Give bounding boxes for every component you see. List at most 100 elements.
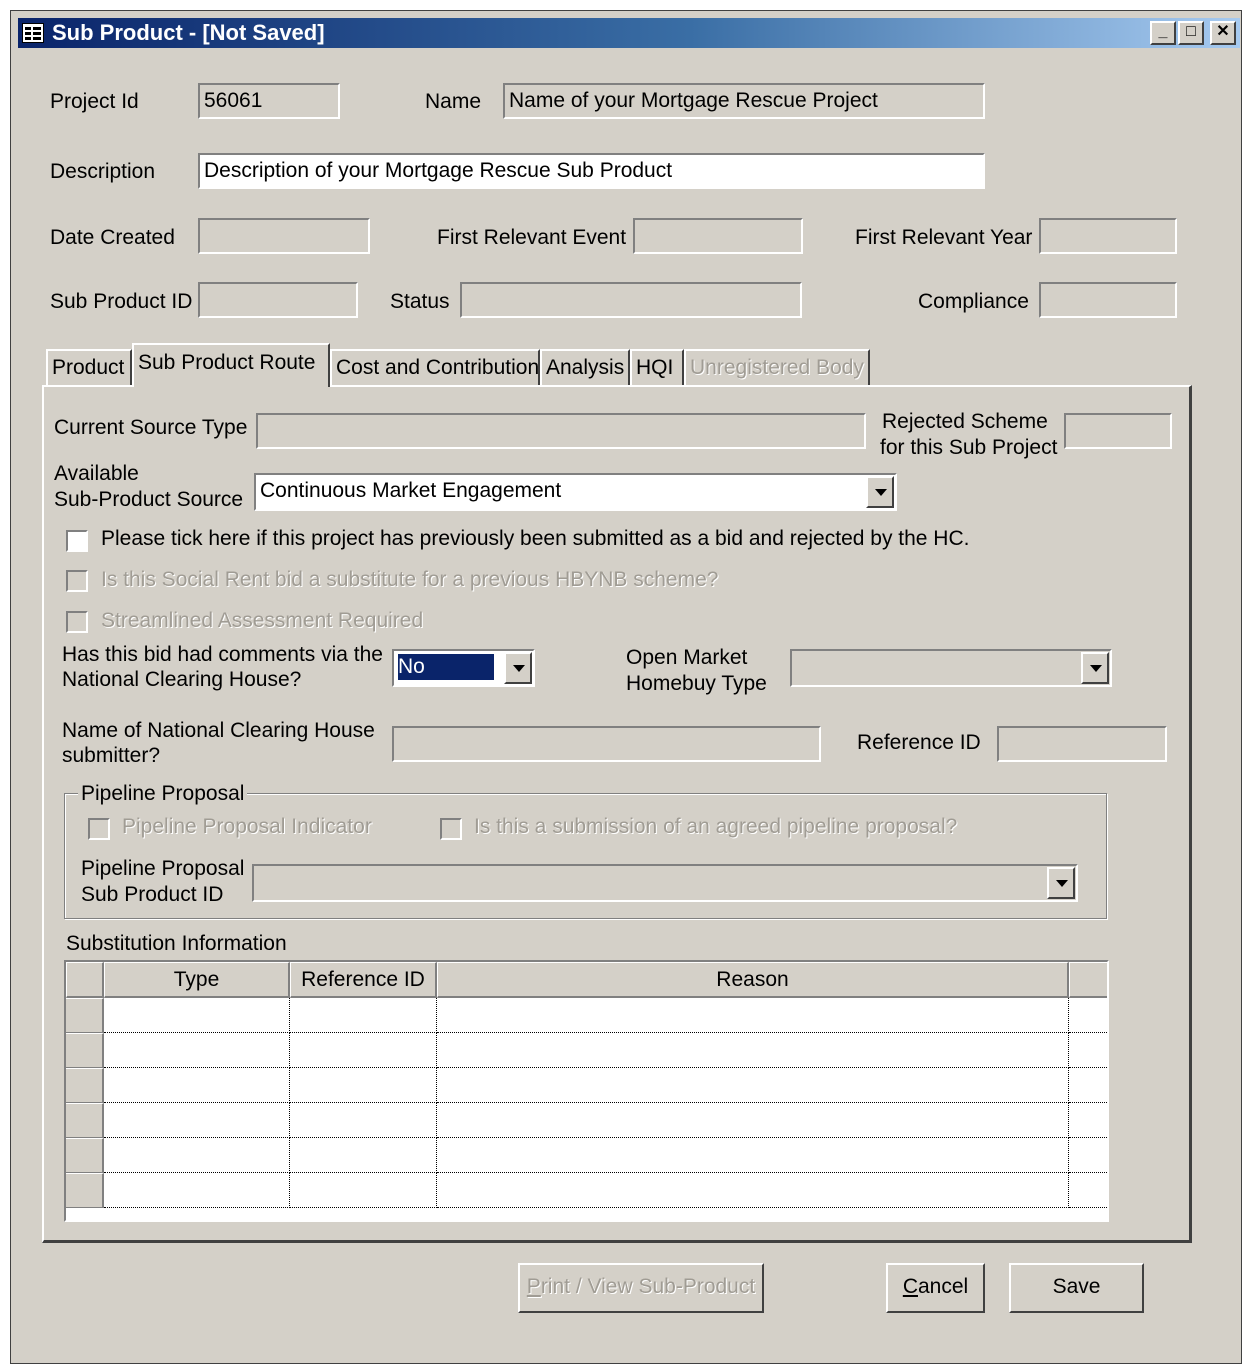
agreed-pipeline-label: Is this a submission of an agreed pipeli…: [474, 815, 958, 838]
pipeline-sub-product-id-label-line2: Sub Product ID: [81, 883, 224, 906]
table-cell[interactable]: [290, 998, 437, 1033]
table-cell[interactable]: [104, 998, 290, 1033]
tab-analysis[interactable]: Analysis: [540, 349, 630, 387]
table-cell: [1069, 1068, 1107, 1103]
nch-submitter-field[interactable]: [392, 726, 821, 762]
substitution-grid[interactable]: Type Reference ID Reason: [64, 960, 1109, 1222]
available-source-label-line2: Sub-Product Source: [54, 488, 244, 511]
table-cell[interactable]: [437, 998, 1069, 1033]
table-cell[interactable]: [104, 1103, 290, 1138]
table-cell[interactable]: [290, 1138, 437, 1173]
rejected-scheme-field[interactable]: [1064, 413, 1172, 449]
nch-comments-label: Has this bid had comments via the: [62, 643, 383, 666]
compliance-field[interactable]: [1039, 282, 1177, 318]
table-cell[interactable]: [290, 1103, 437, 1138]
table-cell: [1069, 1173, 1107, 1208]
table-cell: [1069, 1138, 1107, 1173]
table-cell[interactable]: [437, 1068, 1069, 1103]
table-cell[interactable]: [290, 1173, 437, 1208]
table-cell: [1069, 1103, 1107, 1138]
print-view-button[interactable]: Print / View Sub-Product: [518, 1263, 764, 1313]
rejected-scheme-label-line2: for this Sub Project: [880, 436, 1058, 459]
window-title: Sub Product - [Not Saved]: [52, 20, 325, 45]
current-source-type-field[interactable]: [256, 413, 866, 449]
pipeline-indicator-label: Pipeline Proposal Indicator: [122, 815, 372, 838]
table-cell[interactable]: [104, 1033, 290, 1068]
first-relevant-event-label: First Relevant Event: [437, 226, 627, 249]
column-header-spare: [1069, 962, 1107, 998]
sub-product-id-field[interactable]: [198, 282, 358, 318]
status-label: Status: [390, 290, 450, 313]
chevron-down-icon[interactable]: [866, 476, 894, 508]
available-source-label: Available: [54, 462, 139, 485]
column-header-reason[interactable]: Reason: [437, 962, 1069, 998]
pipeline-indicator-checkbox[interactable]: [88, 818, 110, 840]
available-source-select[interactable]: Continuous Market Engagement: [254, 473, 897, 511]
table-cell[interactable]: [437, 1138, 1069, 1173]
agreed-pipeline-checkbox[interactable]: [440, 818, 462, 840]
pipeline-sub-product-id-label: Pipeline Proposal: [81, 857, 245, 880]
nch-comments-select[interactable]: No: [392, 649, 535, 687]
row-selector[interactable]: [66, 1173, 104, 1208]
substitution-label: Substitution Information: [66, 932, 287, 955]
social-rent-label: Is this Social Rent bid a substitute for…: [101, 568, 719, 591]
cancel-button[interactable]: Cancel: [886, 1263, 985, 1313]
rejected-scheme-label: Rejected Scheme: [882, 410, 1048, 433]
open-market-label-line2: Homebuy Type: [626, 672, 767, 695]
row-selector[interactable]: [66, 1103, 104, 1138]
rejected-bid-checkbox[interactable]: [66, 530, 88, 552]
status-field[interactable]: [460, 282, 802, 318]
compliance-label: Compliance: [918, 290, 1029, 313]
open-market-homebuy-select[interactable]: [790, 649, 1112, 687]
nch-submitter-label: Name of National Clearing House: [62, 719, 375, 742]
row-selector[interactable]: [66, 998, 104, 1033]
tab-unregistered-body[interactable]: Unregistered Body: [684, 349, 870, 387]
nch-comments-label-line2: National Clearing House?: [62, 668, 302, 691]
project-id-field[interactable]: 56061: [198, 83, 340, 119]
project-id-label: Project Id: [50, 90, 139, 113]
pipeline-proposal-group-label: Pipeline Proposal: [78, 782, 248, 806]
first-relevant-year-field[interactable]: [1039, 218, 1177, 254]
streamlined-checkbox[interactable]: [66, 611, 88, 633]
reference-id-field[interactable]: [997, 726, 1167, 762]
row-selector[interactable]: [66, 1138, 104, 1173]
date-created-field[interactable]: [198, 218, 370, 254]
name-field[interactable]: Name of your Mortgage Rescue Project: [503, 83, 985, 119]
maximize-button[interactable]: □: [1178, 21, 1204, 45]
current-source-type-label: Current Source Type: [54, 416, 248, 439]
table-cell: [1069, 1033, 1107, 1068]
chevron-down-icon[interactable]: [1081, 652, 1109, 684]
minimize-button[interactable]: _: [1150, 21, 1176, 45]
save-button[interactable]: Save: [1009, 1263, 1144, 1313]
first-relevant-event-field[interactable]: [633, 218, 803, 254]
grid-corner: [66, 962, 104, 998]
table-cell[interactable]: [437, 1033, 1069, 1068]
table-cell[interactable]: [290, 1033, 437, 1068]
tab-hqi[interactable]: HQI: [630, 349, 684, 387]
chevron-down-icon[interactable]: [504, 652, 532, 684]
tab-sub-product-route[interactable]: Sub Product Route: [132, 343, 330, 387]
description-field[interactable]: Description of your Mortgage Rescue Sub …: [198, 153, 985, 189]
close-button[interactable]: ✕: [1210, 21, 1236, 45]
table-cell[interactable]: [437, 1103, 1069, 1138]
first-relevant-year-label: First Relevant Year: [855, 226, 1033, 249]
column-header-reference-id[interactable]: Reference ID: [290, 962, 437, 998]
tab-cost-and-contribution[interactable]: Cost and Contribution: [330, 349, 540, 387]
description-label: Description: [50, 160, 156, 183]
available-source-value: Continuous Market Engagement: [260, 479, 562, 502]
row-selector[interactable]: [66, 1068, 104, 1103]
tab-product[interactable]: Product: [46, 349, 132, 387]
table-cell[interactable]: [437, 1173, 1069, 1208]
table-cell[interactable]: [290, 1068, 437, 1103]
table-cell[interactable]: [104, 1138, 290, 1173]
row-selector[interactable]: [66, 1033, 104, 1068]
table-cell[interactable]: [104, 1173, 290, 1208]
social-rent-checkbox[interactable]: [66, 570, 88, 592]
streamlined-label: Streamlined Assessment Required: [101, 609, 424, 632]
table-cell[interactable]: [104, 1068, 290, 1103]
nch-comments-value: No: [397, 653, 495, 681]
pipeline-sub-product-id-select[interactable]: [252, 864, 1078, 902]
chevron-down-icon[interactable]: [1047, 867, 1075, 899]
form-icon: [22, 23, 44, 43]
column-header-type[interactable]: Type: [104, 962, 290, 998]
